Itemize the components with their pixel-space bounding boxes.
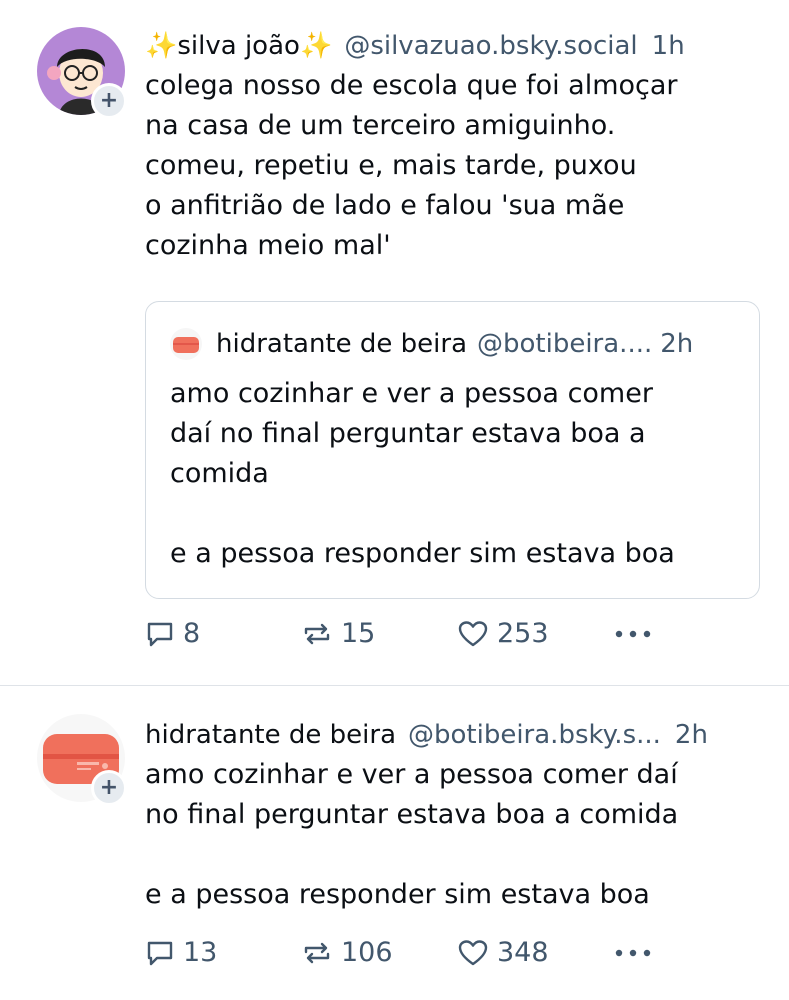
post-content: ✨ silva joão ✨ @silvazuao.bsky.social 1h… [145, 26, 767, 266]
sparkle-emoji: ✨ [299, 31, 333, 61]
post-content: hidratante de beira @botibeira.bsky.s...… [145, 715, 767, 915]
post-header: ✨ silva joão ✨ @silvazuao.bsky.social 1h [145, 26, 767, 66]
more-icon [615, 949, 651, 956]
display-name[interactable]: hidratante de beira [145, 715, 396, 755]
repost-button[interactable]: 106 [301, 937, 457, 968]
quoted-post-text: amo cozinhar e ver a pessoa comer daí no… [170, 378, 675, 569]
reply-count: 13 [183, 937, 218, 968]
reply-button[interactable]: 8 [145, 618, 301, 649]
more-options-button[interactable] [613, 628, 653, 640]
timestamp[interactable]: 1h [652, 26, 685, 66]
avatar[interactable]: + [37, 714, 127, 806]
repost-count: 106 [341, 937, 393, 968]
follow-plus-icon[interactable]: + [91, 83, 127, 119]
like-button[interactable]: 253 [457, 618, 613, 649]
post-header: hidratante de beira @botibeira.bsky.s...… [145, 715, 767, 755]
quoted-post-header: hidratante de beira @botibeira.... 2h [170, 328, 737, 360]
heart-icon [458, 620, 488, 646]
like-button[interactable]: 348 [457, 937, 613, 968]
post[interactable]: + hidratante de beira @botibeira.bsky.s.… [0, 687, 789, 1000]
more-options-button[interactable] [613, 947, 653, 959]
heart-icon [458, 939, 488, 965]
post[interactable]: + ✨ silva joão ✨ @silvazuao.bsky.social … [0, 0, 789, 686]
more-icon [615, 630, 651, 637]
like-count: 348 [497, 937, 549, 968]
reply-count: 8 [183, 618, 201, 649]
post-divider [0, 685, 789, 686]
display-name[interactable]: silva joão [177, 26, 300, 66]
post-actions: 8 15 253 [145, 618, 653, 649]
reply-icon [147, 622, 173, 646]
sparkle-emoji: ✨ [145, 31, 178, 61]
post-text: colega nosso de escola que foi almoçar n… [145, 70, 678, 261]
repost-icon [304, 623, 330, 644]
handle[interactable]: @silvazuao.bsky.social [344, 26, 637, 66]
repost-icon [304, 942, 330, 963]
timestamp[interactable]: 2h [660, 329, 693, 359]
display-name[interactable]: hidratante de beira [216, 329, 467, 359]
like-count: 253 [497, 618, 549, 649]
cream-jar-avatar-icon [170, 328, 202, 360]
repost-count: 15 [341, 618, 376, 649]
follow-plus-icon[interactable]: + [91, 770, 127, 806]
post-actions: 13 106 348 [145, 937, 653, 968]
avatar[interactable]: + [37, 27, 127, 119]
quoted-post[interactable]: hidratante de beira @botibeira.... 2h am… [145, 301, 760, 599]
handle[interactable]: @botibeira.bsky.s... [408, 715, 661, 755]
post-text: amo cozinhar e ver a pessoa comer daí no… [145, 759, 679, 910]
timestamp[interactable]: 2h [675, 715, 708, 755]
handle[interactable]: @botibeira.... [477, 329, 652, 359]
reply-icon [147, 941, 173, 965]
reply-button[interactable]: 13 [145, 937, 301, 968]
repost-button[interactable]: 15 [301, 618, 457, 649]
